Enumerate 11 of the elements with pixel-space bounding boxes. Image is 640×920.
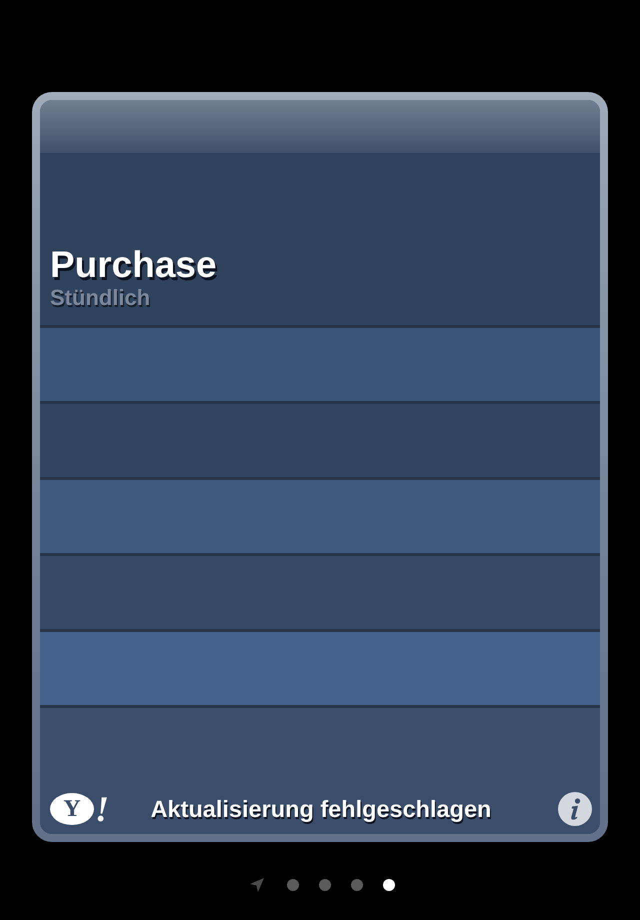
location-title: Purchase [50, 245, 217, 285]
location-arrow-icon [250, 878, 264, 892]
page-dot[interactable] [383, 879, 395, 891]
page-dot[interactable] [351, 879, 363, 891]
page-dot[interactable] [319, 879, 331, 891]
logo-exclamation: ! [95, 791, 110, 827]
page-dot[interactable] [287, 879, 299, 891]
forecast-mode-label: Stündlich [50, 285, 150, 311]
status-message: Aktualisierung fehlgeschlagen [150, 795, 492, 824]
logo-badge: Y [50, 793, 94, 825]
info-icon[interactable] [558, 792, 592, 826]
